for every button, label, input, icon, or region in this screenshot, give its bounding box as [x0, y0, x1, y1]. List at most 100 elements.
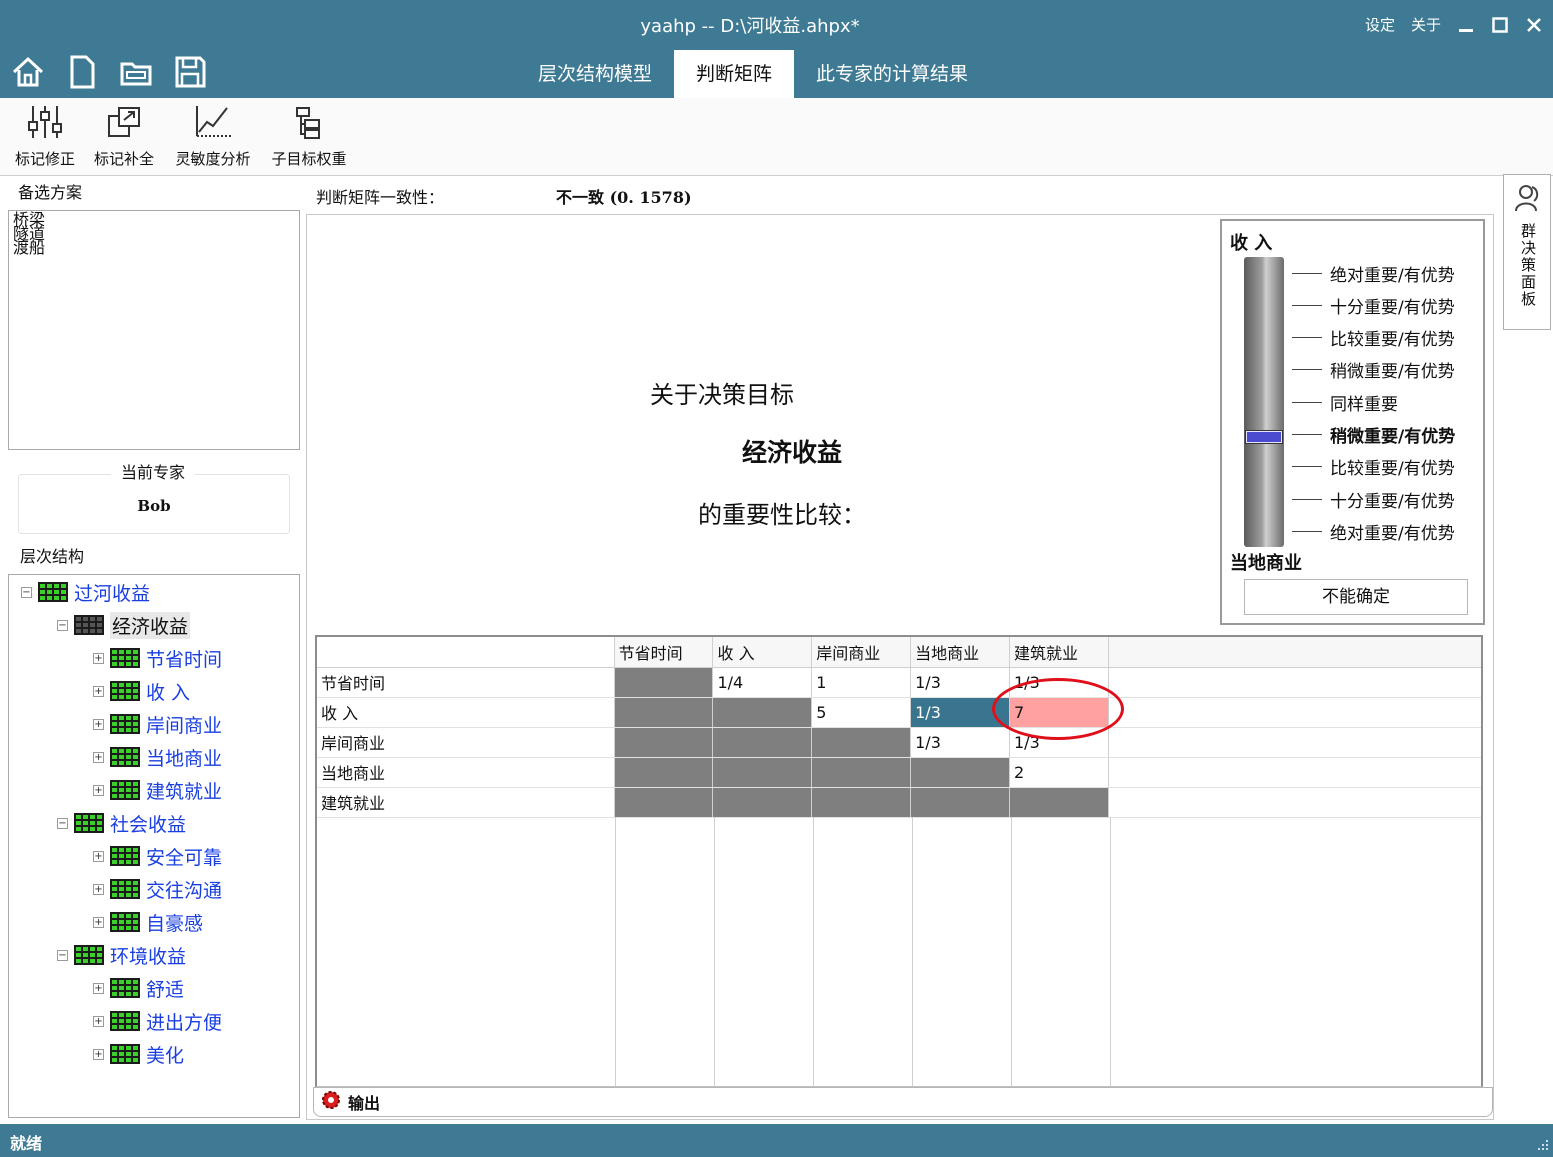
- collapse-icon[interactable]: −: [21, 586, 32, 598]
- hierarchy-tree[interactable]: − 过河收益 − 经济收益 + 节省时间 + 收 入 + 岸间商业 + 当地商业 + 建筑就业 − 社会收益 +…: [8, 574, 300, 1118]
- scale-level[interactable]: 比较重要/有优势: [1292, 326, 1455, 350]
- scale-level-label: 同样重要: [1330, 394, 1398, 415]
- expand-icon[interactable]: +: [93, 982, 104, 994]
- scale-level[interactable]: 十分重要/有优势: [1292, 487, 1455, 512]
- scale-level[interactable]: 比较重要/有优势: [1292, 455, 1455, 479]
- sensitivity-analysis-button[interactable]: 灵敏度分析: [168, 102, 258, 169]
- matrix-cell[interactable]: 1/4: [712, 667, 813, 698]
- expand-icon[interactable]: +: [93, 652, 104, 664]
- grid-node-icon: [110, 846, 140, 866]
- tree-node[interactable]: + 节省时间: [93, 643, 222, 673]
- tree-node[interactable]: + 进出方便: [93, 1006, 222, 1036]
- tree-node[interactable]: + 交往沟通: [93, 874, 222, 904]
- home-icon[interactable]: [10, 54, 46, 90]
- collapse-icon[interactable]: −: [57, 949, 68, 961]
- tree-node-label: 环境收益: [110, 945, 187, 968]
- list-item[interactable]: 渡船: [13, 240, 295, 256]
- tree-node[interactable]: + 舒适: [93, 973, 184, 1003]
- scale-level[interactable]: 绝对重要/有优势: [1292, 261, 1455, 286]
- tree-node-label: 进出方便: [146, 1011, 223, 1034]
- mark-correct-button[interactable]: 标记修正: [10, 102, 80, 169]
- tree-node[interactable]: + 当地商业: [93, 742, 222, 772]
- matrix-cell[interactable]: 5: [811, 697, 912, 728]
- matrix-row-header: 岸间商业: [317, 727, 615, 758]
- scale-level[interactable]: 绝对重要/有优势: [1292, 519, 1455, 544]
- group-decision-tab[interactable]: 群决策面板: [1503, 174, 1551, 330]
- slider-thumb[interactable]: [1246, 430, 1282, 443]
- expand-icon[interactable]: +: [93, 751, 104, 763]
- scale-tick: [1292, 304, 1322, 306]
- tree-node[interactable]: + 建筑就业: [93, 775, 222, 805]
- expand-icon[interactable]: +: [93, 718, 104, 730]
- about-menu[interactable]: 关于: [1411, 14, 1441, 35]
- expand-icon[interactable]: +: [93, 850, 104, 862]
- external-link-icon: [88, 102, 160, 142]
- list-item[interactable]: 桥梁: [13, 212, 295, 228]
- alternatives-list[interactable]: 桥梁 隧道 渡船: [8, 210, 300, 450]
- importance-slider[interactable]: [1244, 257, 1284, 547]
- scale-level[interactable]: 稍微重要/有优势: [1292, 358, 1455, 382]
- tree-node-label: 安全可靠: [146, 846, 223, 869]
- matrix-cell-disabled: [1009, 787, 1109, 818]
- tree-node[interactable]: − 过河收益: [21, 577, 150, 607]
- tree-node[interactable]: − 社会收益: [57, 808, 186, 838]
- subgoal-weights-button[interactable]: 子目标权重: [264, 102, 354, 169]
- scale-level[interactable]: 十分重要/有优势: [1292, 293, 1455, 318]
- tree-node[interactable]: − 经济收益: [57, 610, 191, 640]
- tab-expert-results[interactable]: 此专家的计算结果: [794, 50, 990, 98]
- expand-icon[interactable]: +: [93, 883, 104, 895]
- matrix-column-header: 节省时间: [614, 637, 714, 668]
- grid-line: [912, 817, 913, 1087]
- tree-node[interactable]: − 环境收益: [57, 940, 186, 970]
- new-file-icon[interactable]: [64, 54, 100, 90]
- collapse-icon[interactable]: −: [57, 619, 68, 631]
- tree-node[interactable]: + 岸间商业: [93, 709, 222, 739]
- expand-icon[interactable]: +: [93, 916, 104, 928]
- mark-complete-button[interactable]: 标记补全: [88, 102, 160, 169]
- tree-node[interactable]: + 收 入: [93, 676, 190, 706]
- matrix-cell[interactable]: 1/3: [910, 667, 1010, 698]
- scale-level-label: 比较重要/有优势: [1330, 459, 1455, 480]
- open-folder-icon[interactable]: [118, 54, 154, 90]
- matrix-cell[interactable]: 1/3: [910, 727, 1010, 758]
- tree-node[interactable]: + 美化: [93, 1039, 184, 1069]
- expand-icon[interactable]: +: [93, 685, 104, 697]
- matrix-cell-disabled: [712, 757, 813, 788]
- scale-level-label: 稍微重要/有优势: [1330, 362, 1455, 383]
- hierarchy-icon: [264, 102, 354, 142]
- tree-node[interactable]: + 自豪感: [93, 907, 203, 937]
- maximize-icon[interactable]: [1491, 16, 1509, 34]
- minimize-icon[interactable]: [1457, 16, 1475, 34]
- expand-icon[interactable]: +: [93, 1048, 104, 1060]
- matrix-row-header: 节省时间: [317, 667, 615, 698]
- grid-line: [1011, 817, 1012, 1087]
- scale-level[interactable]: 稍微重要/有优势: [1292, 423, 1455, 447]
- scale-level-label: 十分重要/有优势: [1330, 297, 1455, 318]
- matrix-cell[interactable]: 1: [811, 667, 912, 698]
- uncertain-button[interactable]: 不能确定: [1244, 579, 1468, 615]
- tab-hierarchy-model[interactable]: 层次结构模型: [516, 50, 674, 98]
- matrix-column-header: 建筑就业: [1009, 637, 1109, 668]
- tree-node[interactable]: + 安全可靠: [93, 841, 222, 871]
- matrix-header-row: 节省时间收 入岸间商业 当地商业 建筑就业: [317, 637, 1481, 668]
- tab-judgment-matrix[interactable]: 判断矩阵: [674, 50, 795, 98]
- collapse-icon[interactable]: −: [57, 817, 68, 829]
- scale-level[interactable]: 同样重要: [1292, 390, 1398, 415]
- matrix-cell[interactable]: 2: [1009, 757, 1109, 788]
- alternatives-title: 备选方案: [18, 183, 83, 202]
- output-bar[interactable]: 输出: [313, 1087, 1493, 1117]
- expand-icon[interactable]: +: [93, 784, 104, 796]
- tree-node-label: 经济收益: [110, 611, 191, 639]
- settings-menu[interactable]: 设定: [1365, 14, 1395, 35]
- grid-node-icon: [110, 681, 140, 701]
- matrix-cell-disabled: [712, 697, 813, 728]
- hierarchy-title: 层次结构: [20, 547, 85, 566]
- save-icon[interactable]: [172, 54, 208, 90]
- resize-grip-icon[interactable]: [1537, 1137, 1549, 1155]
- list-item[interactable]: 隧道: [13, 226, 295, 242]
- expand-icon[interactable]: +: [93, 1015, 104, 1027]
- close-icon[interactable]: [1525, 16, 1543, 34]
- scale-panel: 收 入 绝对重要/有优势 十分重要/有优势 比较重要/有优势 稍微重要/有优势 同样重要…: [1220, 219, 1485, 625]
- table-row: 建筑就业: [317, 787, 1481, 818]
- grid-node-icon: [110, 747, 140, 767]
